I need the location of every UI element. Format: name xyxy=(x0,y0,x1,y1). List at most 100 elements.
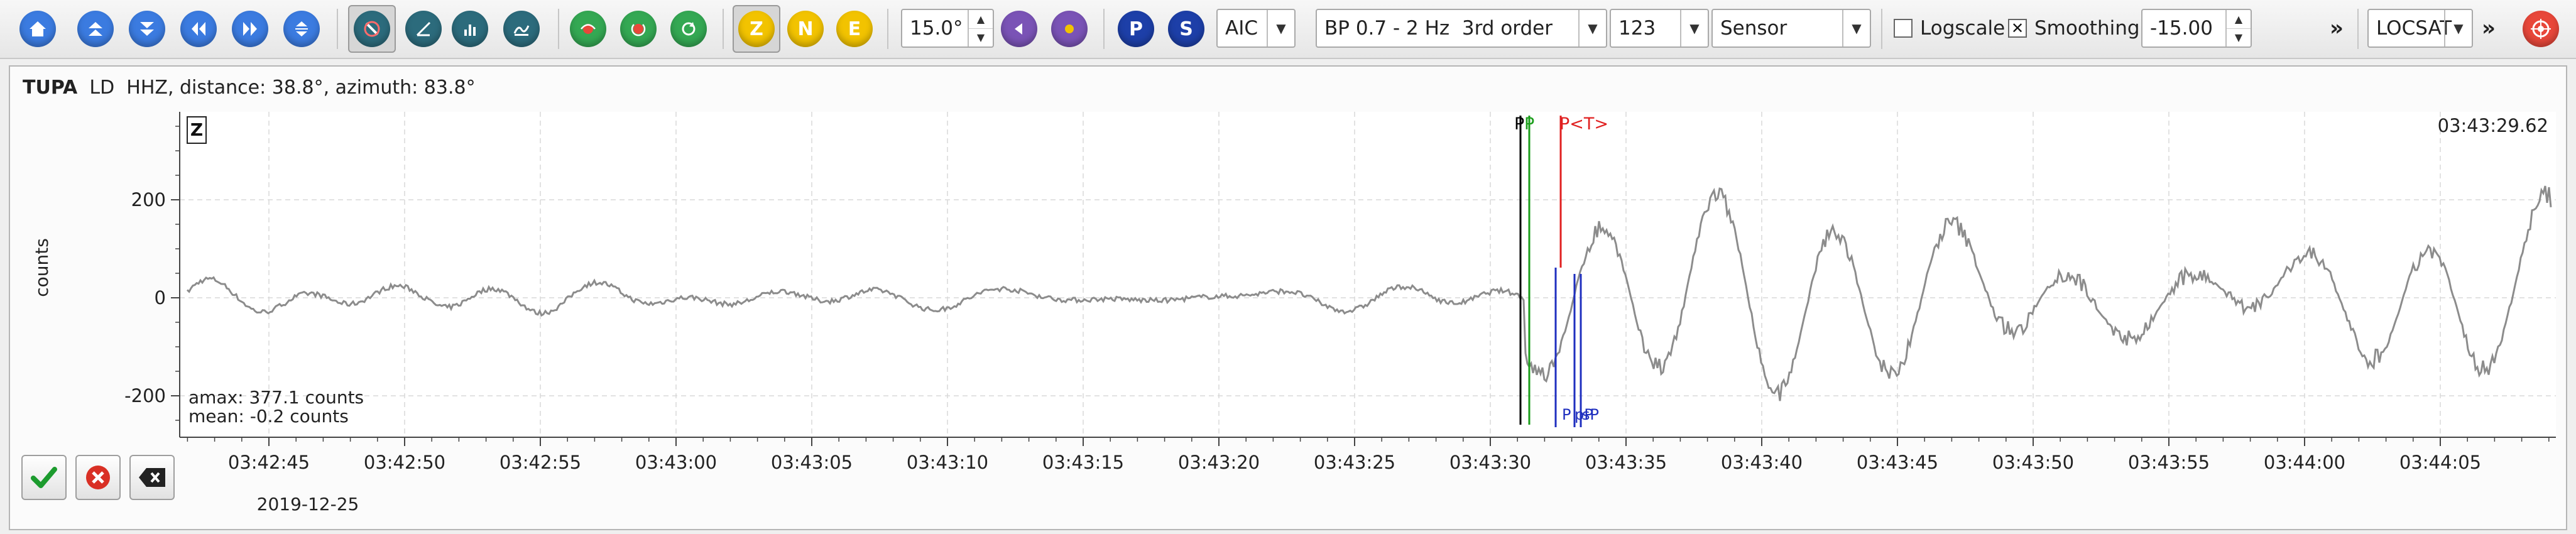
accept-button[interactable] xyxy=(21,455,67,500)
pick-mode-button[interactable] xyxy=(348,5,396,53)
pick-p-button[interactable]: P xyxy=(1112,5,1160,53)
scroll-up-icon xyxy=(77,11,114,47)
spectrum-icon xyxy=(452,11,488,47)
x-tick-label: 03:42:45 xyxy=(228,452,310,473)
pick-mode-icon xyxy=(354,11,390,47)
accept-icon xyxy=(31,467,57,488)
component-badge: Z xyxy=(190,119,203,140)
y-tick-label: 200 xyxy=(131,189,166,210)
x-tick-label: 03:43:20 xyxy=(1178,452,1260,473)
component-z-button[interactable]: Z xyxy=(733,5,780,53)
x-tick-label: 03:43:15 xyxy=(1042,452,1124,473)
reset-icon xyxy=(620,11,657,47)
scroll-up-button[interactable] xyxy=(72,5,119,53)
separator xyxy=(1103,9,1105,49)
locate-button[interactable] xyxy=(2517,5,2565,53)
spin-up-icon[interactable]: ▲ xyxy=(969,10,993,29)
x-tick-label: 03:43:50 xyxy=(1992,452,2074,473)
refresh-icon xyxy=(670,11,707,47)
pick-label-top: P<T> xyxy=(1559,114,1608,134)
logscale-checkbox[interactable]: Logscale xyxy=(1894,9,2005,48)
pick-p-label: P xyxy=(1118,11,1154,47)
refresh-button[interactable] xyxy=(665,5,712,53)
x-tick-label: 03:43:25 xyxy=(1314,452,1395,473)
filter-toggle-button[interactable] xyxy=(564,5,612,53)
smoothing-checkbox[interactable]: ✕ Smoothing xyxy=(2008,9,2140,48)
x-tick-label: 03:42:50 xyxy=(364,452,445,473)
seismogram-plot[interactable]: 200 0 -200 03:42:45 03:42:50 03:42:55 03:43:0… xyxy=(10,67,2566,529)
reject-icon xyxy=(86,466,110,489)
scroll-right-icon xyxy=(232,11,268,47)
x-tick-label: 03:43:55 xyxy=(2128,452,2210,473)
separator xyxy=(558,9,559,49)
rotate-left-icon xyxy=(1001,11,1037,47)
offset-spinbox[interactable]: -15.00 ▲ ▼ xyxy=(2141,9,2252,48)
y-tick-label: 0 xyxy=(155,287,166,308)
scroll-down-icon xyxy=(129,11,165,47)
filter-toggle-icon xyxy=(570,11,606,47)
pick-s-button[interactable]: S xyxy=(1162,5,1210,53)
separator xyxy=(1881,9,1882,49)
x-tick-label: 03:44:00 xyxy=(2264,452,2345,473)
spin-up-icon[interactable]: ▲ xyxy=(2227,10,2251,29)
spectrum-button[interactable] xyxy=(446,5,494,53)
rotate-left-button[interactable] xyxy=(995,5,1043,53)
spectrogram-icon xyxy=(503,11,540,47)
toolbar-overflow-button[interactable]: » xyxy=(2330,9,2344,48)
delete-icon xyxy=(139,468,165,487)
picker-method-value: AIC xyxy=(1225,17,1258,40)
rotate-right-button[interactable] xyxy=(1045,5,1093,53)
x-tick-label: 03:43:30 xyxy=(1449,452,1531,473)
home-button[interactable] xyxy=(14,5,62,53)
home-icon xyxy=(19,11,56,47)
x-tick-label: 03:43:35 xyxy=(1585,452,1667,473)
chevron-down-icon: ▼ xyxy=(1578,10,1606,46)
y-tick-label: -200 xyxy=(124,385,166,406)
chevron-down-icon: ▼ xyxy=(1267,10,1294,46)
pick-label-top: P xyxy=(1514,114,1524,134)
date-label: 2019-12-25 xyxy=(257,494,359,515)
spectrogram-button[interactable] xyxy=(498,5,545,53)
delete-button[interactable] xyxy=(129,455,175,500)
component-n-label: N xyxy=(787,11,824,47)
unit-combo[interactable]: Sensor ▼ xyxy=(1711,9,1871,48)
chevron-down-icon: ▼ xyxy=(1680,10,1708,46)
spin-down-icon[interactable]: ▼ xyxy=(969,29,993,47)
picker-method-combo[interactable]: AIC ▼ xyxy=(1216,9,1296,48)
scroll-right-button[interactable] xyxy=(226,5,274,53)
component-n-button[interactable]: N xyxy=(782,5,829,53)
scroll-down-button[interactable] xyxy=(123,5,171,53)
x-ticks: 03:42:45 03:42:50 03:42:55 03:43:00 03:43:05… xyxy=(187,437,2550,473)
logscale-label: Logscale xyxy=(1920,17,2006,40)
measure-icon xyxy=(405,11,442,47)
reject-button[interactable] xyxy=(75,455,121,500)
scroll-left-button[interactable] xyxy=(175,5,222,53)
x-tick-label: 03:42:55 xyxy=(499,452,581,473)
rotation-combo[interactable]: 123 ▼ xyxy=(1610,9,1709,48)
reset-button[interactable] xyxy=(614,5,662,53)
x-tick-label: 03:44:05 xyxy=(2399,452,2481,473)
align-icon xyxy=(283,11,320,47)
toolbar-overflow-button-2[interactable]: » xyxy=(2482,9,2496,48)
align-button[interactable] xyxy=(278,5,325,53)
amax-label: amax: 377.1 counts xyxy=(188,387,364,408)
locator-combo[interactable]: LOCSAT ▼ xyxy=(2367,9,2473,48)
separator xyxy=(2357,9,2359,49)
filter-value: BP 0.7 - 2 Hz 3rd order xyxy=(1324,17,1553,40)
filter-combo[interactable]: BP 0.7 - 2 Hz 3rd order ▼ xyxy=(1316,9,1607,48)
component-e-button[interactable]: E xyxy=(831,5,878,53)
component-z-label: Z xyxy=(738,11,775,47)
trace-panel: TUPA LD HHZ, distance: 38.8°, azimuth: 8… xyxy=(9,65,2567,530)
spin-down-icon[interactable]: ▼ xyxy=(2227,29,2251,47)
target-icon xyxy=(2523,11,2559,47)
x-tick-label: 03:43:05 xyxy=(771,452,853,473)
chevron-down-icon: ▼ xyxy=(2444,10,2472,46)
separator xyxy=(887,9,888,49)
time-readout: 03:43:29.62 xyxy=(2438,115,2548,136)
separator xyxy=(723,9,724,49)
measure-button[interactable] xyxy=(400,5,447,53)
locator-value: LOCSAT xyxy=(2376,17,2452,40)
toolbar: Z N E 15.0° ▲ ▼ P S AIC ▼ BP 0.7 - 2 Hz 3… xyxy=(0,0,2576,59)
angle-spinbox[interactable]: 15.0° ▲ ▼ xyxy=(901,9,994,48)
pick-label-bottom: P xyxy=(1562,406,1571,423)
